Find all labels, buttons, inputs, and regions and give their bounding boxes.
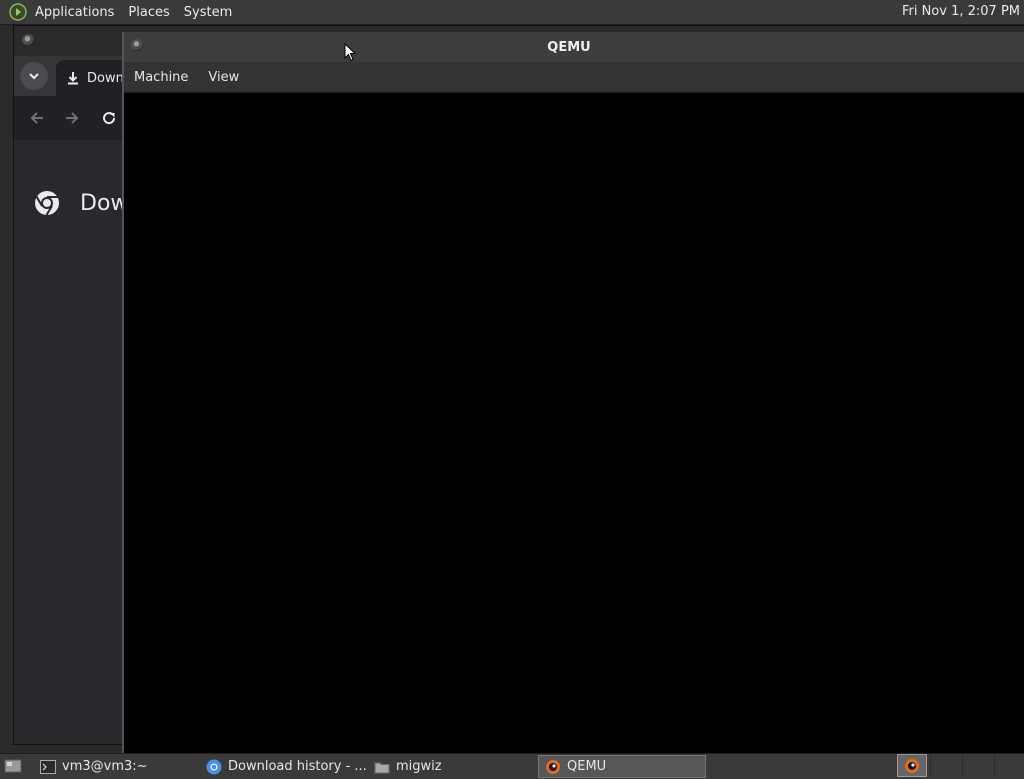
workspace-3[interactable] xyxy=(962,754,993,777)
chrome-icon xyxy=(206,759,222,774)
chrome-logo-icon xyxy=(35,191,59,216)
forward-arrow-icon[interactable] xyxy=(62,108,82,128)
window-menu-icon[interactable] xyxy=(22,34,34,46)
qemu-titlebar[interactable]: QEMU xyxy=(124,32,1024,62)
taskbar-item-label: Download history - ... xyxy=(228,759,367,774)
system-menu[interactable]: System xyxy=(177,5,239,20)
qemu-menubar: Machine View xyxy=(124,62,1024,93)
show-desktop-icon[interactable] xyxy=(4,758,22,774)
qemu-icon xyxy=(905,758,919,773)
workspace-switcher[interactable] xyxy=(897,754,927,777)
workspace-4[interactable] xyxy=(994,754,1024,777)
chevron-down-icon xyxy=(29,73,39,80)
downloads-header: Dow xyxy=(34,190,128,216)
taskbar-item-folder[interactable]: migwiz xyxy=(368,755,538,778)
window-menu-icon[interactable] xyxy=(131,39,143,51)
reload-icon[interactable] xyxy=(99,108,119,128)
folder-icon xyxy=(374,762,390,773)
applications-menu[interactable]: Applications xyxy=(28,5,121,20)
taskbar-item-label: vm3@vm3:~ xyxy=(62,759,148,774)
taskbar-item-terminal[interactable]: vm3@vm3:~ xyxy=(34,755,194,778)
window-title: QEMU xyxy=(547,39,591,55)
qemu-icon xyxy=(546,759,560,774)
download-icon xyxy=(68,72,78,85)
taskbar-item-label: migwiz xyxy=(396,759,442,774)
taskbar: vm3@vm3:~ Download history - ... migwiz … xyxy=(0,753,1024,779)
taskbar-item-qemu[interactable]: QEMU xyxy=(538,755,706,778)
top-panel: Applications Places System Fri Nov 1, 2:… xyxy=(0,0,1024,25)
places-menu[interactable]: Places xyxy=(121,5,176,20)
mouse-cursor-icon xyxy=(344,43,356,62)
workspace-2[interactable] xyxy=(930,754,961,777)
qemu-window: QEMU Machine View xyxy=(122,32,1024,753)
view-menu[interactable]: View xyxy=(198,70,249,85)
taskbar-item-label: QEMU xyxy=(567,759,607,774)
machine-menu[interactable]: Machine xyxy=(124,70,198,85)
tab-search-button[interactable] xyxy=(20,62,48,90)
taskbar-item-chrome[interactable]: Download history - ... xyxy=(200,755,368,778)
qemu-display[interactable] xyxy=(124,93,1024,753)
terminal-icon xyxy=(40,759,56,774)
back-arrow-icon[interactable] xyxy=(27,108,47,128)
panel-clock[interactable]: Fri Nov 1, 2:07 PM xyxy=(902,4,1020,19)
applications-logo-icon[interactable] xyxy=(9,3,27,21)
